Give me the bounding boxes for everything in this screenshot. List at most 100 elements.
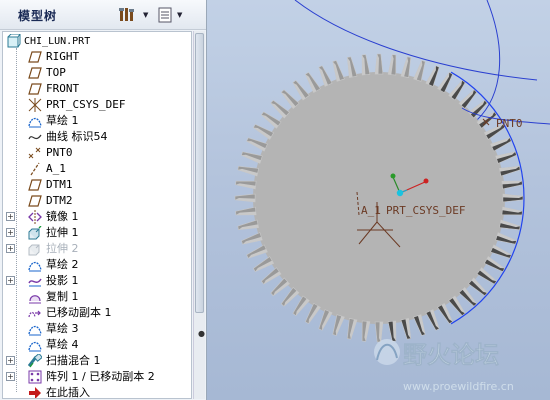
extrude-icon xyxy=(28,226,42,240)
chevron-down-icon: ▼ xyxy=(143,11,149,19)
splitter-grip-icon[interactable]: ● xyxy=(198,329,205,338)
expand-toggle[interactable]: + xyxy=(6,276,15,285)
coordinate-system-icon xyxy=(28,98,42,112)
graphics-window[interactable]: PNT0 A_1 PRT_CSYS_DEF 野火论坛 www.proewildf… xyxy=(207,0,550,400)
tree-item-extrude-1[interactable]: + 拉伸 1 xyxy=(3,225,191,241)
insert-here-arrow-icon xyxy=(29,387,41,398)
tree-item-sketch-4[interactable]: 草绘 4 xyxy=(3,337,191,353)
tree-item-label: 草绘 3 xyxy=(46,322,79,335)
gear-face xyxy=(253,72,505,324)
swept-blend-icon xyxy=(28,354,42,368)
sketch-curve xyxy=(294,0,538,81)
tree-item-part[interactable]: CHI_LUN.PRT xyxy=(3,33,191,49)
tree-settings-button[interactable]: ▼ xyxy=(116,5,151,25)
tree-item-label: 草绘 2 xyxy=(46,258,79,271)
copy-icon xyxy=(29,295,41,304)
tree-item-label: PNT0 xyxy=(46,146,73,159)
model-tree-title: 模型树 xyxy=(18,9,58,23)
tree-item-label: 草绘 4 xyxy=(46,338,79,351)
sketch-icon xyxy=(28,261,42,272)
model-tree-panel: 模型树 ▼ ▼ CHI_LUN.PRT RIGHT TOP FRONT PRT_… xyxy=(0,0,207,400)
tree-item-front[interactable]: FRONT xyxy=(3,81,191,97)
extrude-icon xyxy=(28,244,40,256)
tree-item-insert-here[interactable]: 在此插入 xyxy=(3,385,191,399)
datum-plane-icon xyxy=(28,67,42,79)
model-view[interactable]: PNT0 A_1 PRT_CSYS_DEF 野火论坛 www.proewildf… xyxy=(207,0,550,400)
tree-item-label: RIGHT xyxy=(46,50,80,63)
gear-tooth-face xyxy=(375,54,379,75)
tree-item-label: 阵列 1 / 已移动副本 2 xyxy=(46,370,155,383)
datum-point-icon xyxy=(28,147,41,159)
chevron-down-icon: ▼ xyxy=(177,11,183,19)
part-icon xyxy=(7,34,21,48)
expand-toggle[interactable]: + xyxy=(6,356,15,365)
tree-item-label: 投影 1 xyxy=(46,274,79,287)
expand-toggle[interactable]: + xyxy=(6,212,15,221)
tree-item-axis[interactable]: A_1 xyxy=(3,161,191,177)
gear-tooth xyxy=(448,295,466,317)
tree-item-extrude-2[interactable]: + 拉伸 2 xyxy=(3,241,191,257)
tree-item-mirror-1[interactable]: + 镜像 1 xyxy=(3,209,191,225)
gear-tooth xyxy=(260,267,282,285)
tree-item-label: 在此插入 xyxy=(46,386,90,399)
forum-watermark: 野火论坛 www.proewildfire.cn xyxy=(374,339,514,393)
model-tree-header: 模型树 ▼ ▼ xyxy=(0,0,206,30)
tree-item-copy-1[interactable]: 复制 1 xyxy=(3,289,191,305)
tree-item-sketch-1[interactable]: 草绘 1 xyxy=(3,113,191,129)
gear-tooth xyxy=(468,99,488,119)
gear-tooth-face xyxy=(379,321,383,342)
tree-scrollbar[interactable]: ● xyxy=(193,31,205,399)
tree-item-right[interactable]: RIGHT xyxy=(3,49,191,65)
tree-item-label: PRT_CSYS_DEF xyxy=(46,98,126,111)
tree-item-label: 拉伸 2 xyxy=(46,242,79,255)
datum-plane-icon xyxy=(28,83,42,95)
gear-model[interactable] xyxy=(234,53,525,343)
tree-item-swept-blend-1[interactable]: + 扫描混合 1 xyxy=(3,353,191,369)
tree-item-moved-copy-1[interactable]: 已移动副本 1 xyxy=(3,305,191,321)
moved-copy-icon xyxy=(28,310,41,318)
tree-item-pattern-1[interactable]: + 阵列 1 / 已移动副本 2 xyxy=(3,369,191,385)
tree-item-curve[interactable]: 曲线 标识54 xyxy=(3,129,191,145)
tree-item-sketch-3[interactable]: 草绘 3 xyxy=(3,321,191,337)
tree-item-label: 曲线 标识54 xyxy=(46,130,108,143)
gear-tooth xyxy=(280,287,300,307)
watermark-title: 野火论坛 xyxy=(403,341,499,369)
pattern-icon xyxy=(28,370,42,384)
tree-item-point[interactable]: PNT0 xyxy=(3,145,191,161)
datum-point-pnt0[interactable]: PNT0 xyxy=(482,117,523,130)
datum-plane-icon xyxy=(28,179,42,191)
tree-item-label: 扫描混合 1 xyxy=(46,354,101,367)
sketch-icon xyxy=(28,341,42,352)
csys-label: PRT_CSYS_DEF xyxy=(386,204,465,217)
datum-plane-icon xyxy=(28,51,42,63)
projection-icon xyxy=(28,278,42,287)
sketch-icon xyxy=(28,117,42,128)
show-menu-button[interactable]: ▼ xyxy=(154,5,185,25)
expand-toggle[interactable]: + xyxy=(6,372,15,381)
tree-item-dtm1[interactable]: DTM1 xyxy=(3,177,191,193)
expand-toggle[interactable]: + xyxy=(6,228,15,237)
expand-toggle[interactable]: + xyxy=(6,244,15,253)
scrollbar-thumb[interactable] xyxy=(195,33,204,313)
tree-settings-icon xyxy=(119,8,134,21)
pnt0-label: PNT0 xyxy=(496,117,523,130)
list-icon xyxy=(158,7,172,23)
gear-tooth xyxy=(468,277,488,297)
datum-axis-icon xyxy=(30,162,40,176)
gear-tooth xyxy=(292,79,310,101)
tree-item-csys[interactable]: PRT_CSYS_DEF xyxy=(3,97,191,113)
tree-item-sketch-2[interactable]: 草绘 2 xyxy=(3,257,191,273)
tree-item-projection-1[interactable]: + 投影 1 xyxy=(3,273,191,289)
datum-plane-icon xyxy=(28,195,42,207)
tree-item-label: DTM2 xyxy=(46,194,73,207)
tree-item-label: 镜像 1 xyxy=(46,210,79,223)
axis-label: A_1 xyxy=(361,204,381,217)
gear-tooth xyxy=(458,287,478,307)
tree-item-label: A_1 xyxy=(46,162,66,175)
gear-tooth xyxy=(280,89,300,109)
tree-item-label: 拉伸 1 xyxy=(46,226,79,239)
tree-item-dtm2[interactable]: DTM2 xyxy=(3,193,191,209)
gear-tooth-face xyxy=(235,198,256,202)
sketch-icon xyxy=(28,325,42,336)
tree-item-top[interactable]: TOP xyxy=(3,65,191,81)
